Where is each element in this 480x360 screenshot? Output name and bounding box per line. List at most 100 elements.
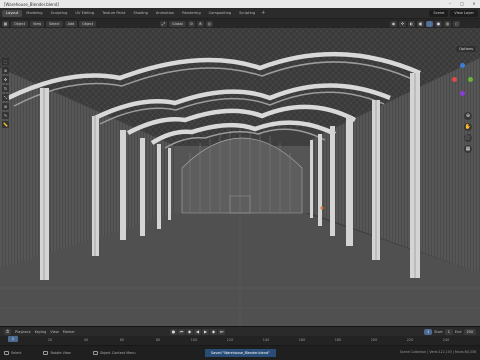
view-layer-selector[interactable]: View Layer	[450, 9, 478, 17]
select-menu[interactable]: Select	[46, 20, 63, 27]
gizmo-toggle-icon[interactable]: ✣	[399, 20, 406, 27]
marker-menu[interactable]: Marker	[63, 330, 75, 334]
ruler-tick: 80	[155, 338, 161, 342]
play-reverse-icon[interactable]: ◀	[194, 328, 201, 335]
transform-tool-icon[interactable]: ⊞	[2, 103, 9, 110]
status-rotate: Rotate View	[43, 351, 71, 355]
keying-menu[interactable]: Keying	[35, 330, 47, 334]
ruler-tick: 40	[83, 338, 89, 342]
timeline-view-menu[interactable]: View	[50, 330, 58, 334]
tab-sculpting[interactable]: Sculpting	[47, 10, 72, 17]
jump-end-icon[interactable]: ⏭	[218, 328, 225, 335]
tab-rendering[interactable]: Rendering	[178, 10, 204, 17]
transform-controls: ⤢ Global ⊙ ⋔ ◎	[160, 20, 213, 27]
rotate-tool-icon[interactable]: ↻	[2, 85, 9, 92]
next-keyframe-icon[interactable]: ◆	[210, 328, 217, 335]
zoom-icon[interactable]: ⊕	[464, 112, 472, 120]
tab-texture-paint[interactable]: Texture Paint	[98, 10, 129, 17]
current-frame-field[interactable]: 1	[423, 328, 433, 335]
ruler-tick: 240	[442, 338, 450, 342]
snap-icon[interactable]: ⋔	[196, 20, 204, 27]
jump-start-icon[interactable]: ⏮	[178, 328, 185, 335]
tab-animation[interactable]: Animation	[152, 10, 178, 17]
proportional-edit-icon[interactable]: ◎	[205, 20, 213, 27]
playback-controls: ● ⏮ ◆ ◀ ▶ ◆ ⏭	[170, 328, 225, 335]
select-box-tool-icon[interactable]: ⬚	[2, 58, 9, 65]
ruler-tick: 180	[334, 338, 342, 342]
z-axis-icon[interactable]	[460, 63, 465, 68]
tab-shading[interactable]: Shading	[129, 10, 152, 17]
pivot-icon[interactable]: ⊙	[187, 20, 195, 27]
overlay-icon[interactable]: ◐	[408, 20, 415, 27]
viewport-navigation: ⊕ ✋ 🎥 ▦	[464, 112, 472, 153]
record-icon[interactable]: ●	[170, 328, 177, 335]
mouse-middle-icon	[43, 351, 49, 355]
y-axis-icon[interactable]	[468, 77, 473, 82]
scale-tool-icon[interactable]: ⤡	[2, 94, 9, 101]
tab-uv-editing[interactable]: UV Editing	[71, 10, 98, 17]
scene-selector[interactable]: Scene	[429, 9, 449, 17]
material-shading-icon[interactable]: ◍	[444, 20, 451, 27]
status-context: Object Context Menu	[92, 351, 136, 355]
status-rotate-label: Rotate View	[50, 351, 71, 355]
camera-view-icon[interactable]: 🎥	[464, 134, 472, 142]
timeline-editor-icon[interactable]: ⏱	[4, 328, 11, 335]
title-bar: [Warehouse_Blender.blend] – □ ×	[0, 0, 480, 8]
ruler-tick: 60	[119, 338, 125, 342]
mode-dropdown[interactable]: Object	[11, 20, 29, 27]
tab-scripting[interactable]: Scripting	[235, 10, 259, 17]
3d-viewport[interactable]: Options ⬚ ⊕ ✥ ↻ ⤡ ⊞ ✎ 📏 ⊕ ✋ 🎥 ▦	[0, 28, 480, 326]
visibility-icon[interactable]: ◉	[390, 20, 397, 27]
ruler-tick: 100	[190, 338, 198, 342]
solid-shading-icon[interactable]: ●	[435, 20, 442, 27]
ruler-tick: 200	[370, 338, 378, 342]
navigation-gizmo[interactable]	[450, 61, 476, 101]
x-axis-icon[interactable]	[452, 77, 457, 82]
status-select-label: Select	[11, 351, 22, 355]
start-frame-field[interactable]: 1	[444, 328, 453, 335]
measure-tool-icon[interactable]: 📏	[2, 121, 9, 128]
end-frame-field[interactable]: 250	[463, 328, 476, 335]
view-menu[interactable]: View	[30, 20, 45, 27]
scene-stats: Scene Collection | Verts:122,103 | Faces…	[399, 350, 476, 354]
annotate-tool-icon[interactable]: ✎	[2, 112, 9, 119]
play-icon[interactable]: ▶	[202, 328, 209, 335]
pan-icon[interactable]: ✋	[464, 123, 472, 131]
status-select: Select	[4, 351, 21, 355]
cursor-tool-icon[interactable]: ⊕	[2, 67, 9, 74]
object-menu[interactable]: Object	[79, 20, 97, 27]
neg-axis-icon[interactable]	[460, 91, 465, 96]
transform-orientation-dropdown[interactable]: Global	[169, 20, 186, 27]
window-controls: – □ ×	[444, 0, 480, 8]
playback-menu[interactable]: Playback	[15, 330, 31, 334]
timeline-ruler[interactable]: 0 20 40 60 80 100 120 140 160 180 200 22…	[0, 336, 480, 346]
toolbar: ⬚ ⊕ ✥ ↻ ⤡ ⊞ ✎ 📏	[2, 58, 9, 128]
playhead[interactable]: 1	[8, 336, 18, 342]
editor-type-icon[interactable]: ▦	[2, 20, 9, 27]
viewport-header: ▦ Object View Select Add Object ⤢ Global…	[0, 19, 480, 28]
add-workspace-icon[interactable]: +	[261, 10, 267, 16]
options-dropdown[interactable]: Options	[456, 46, 476, 52]
close-button[interactable]: ×	[468, 0, 480, 8]
frame-controls: 1 Start 1 End 250	[423, 328, 476, 335]
move-tool-icon[interactable]: ✥	[2, 76, 9, 83]
prev-keyframe-icon[interactable]: ◆	[186, 328, 193, 335]
warehouse-wireframe	[0, 28, 480, 326]
ruler-tick: 120	[226, 338, 234, 342]
tab-compositing[interactable]: Compositing	[205, 10, 236, 17]
mouse-left-icon	[4, 351, 9, 355]
add-menu[interactable]: Add	[64, 20, 78, 27]
orientation-icon[interactable]: ⤢	[160, 20, 167, 27]
perspective-toggle-icon[interactable]: ▦	[464, 145, 472, 153]
start-label: Start	[434, 329, 443, 334]
ruler-tick: 220	[406, 338, 414, 342]
wireframe-shading-icon[interactable]: ◌	[426, 20, 433, 27]
xray-icon[interactable]: ▣	[417, 20, 424, 27]
rendered-shading-icon[interactable]: ○	[453, 20, 460, 27]
tab-layout[interactable]: Layout	[2, 9, 23, 17]
window-title: [Warehouse_Blender.blend]	[4, 1, 59, 7]
save-report[interactable]: Saved "Warehouse_Blender.blend"	[205, 349, 276, 357]
maximize-button[interactable]: □	[456, 0, 468, 8]
minimize-button[interactable]: –	[444, 0, 456, 8]
tab-modeling[interactable]: Modeling	[22, 10, 46, 17]
